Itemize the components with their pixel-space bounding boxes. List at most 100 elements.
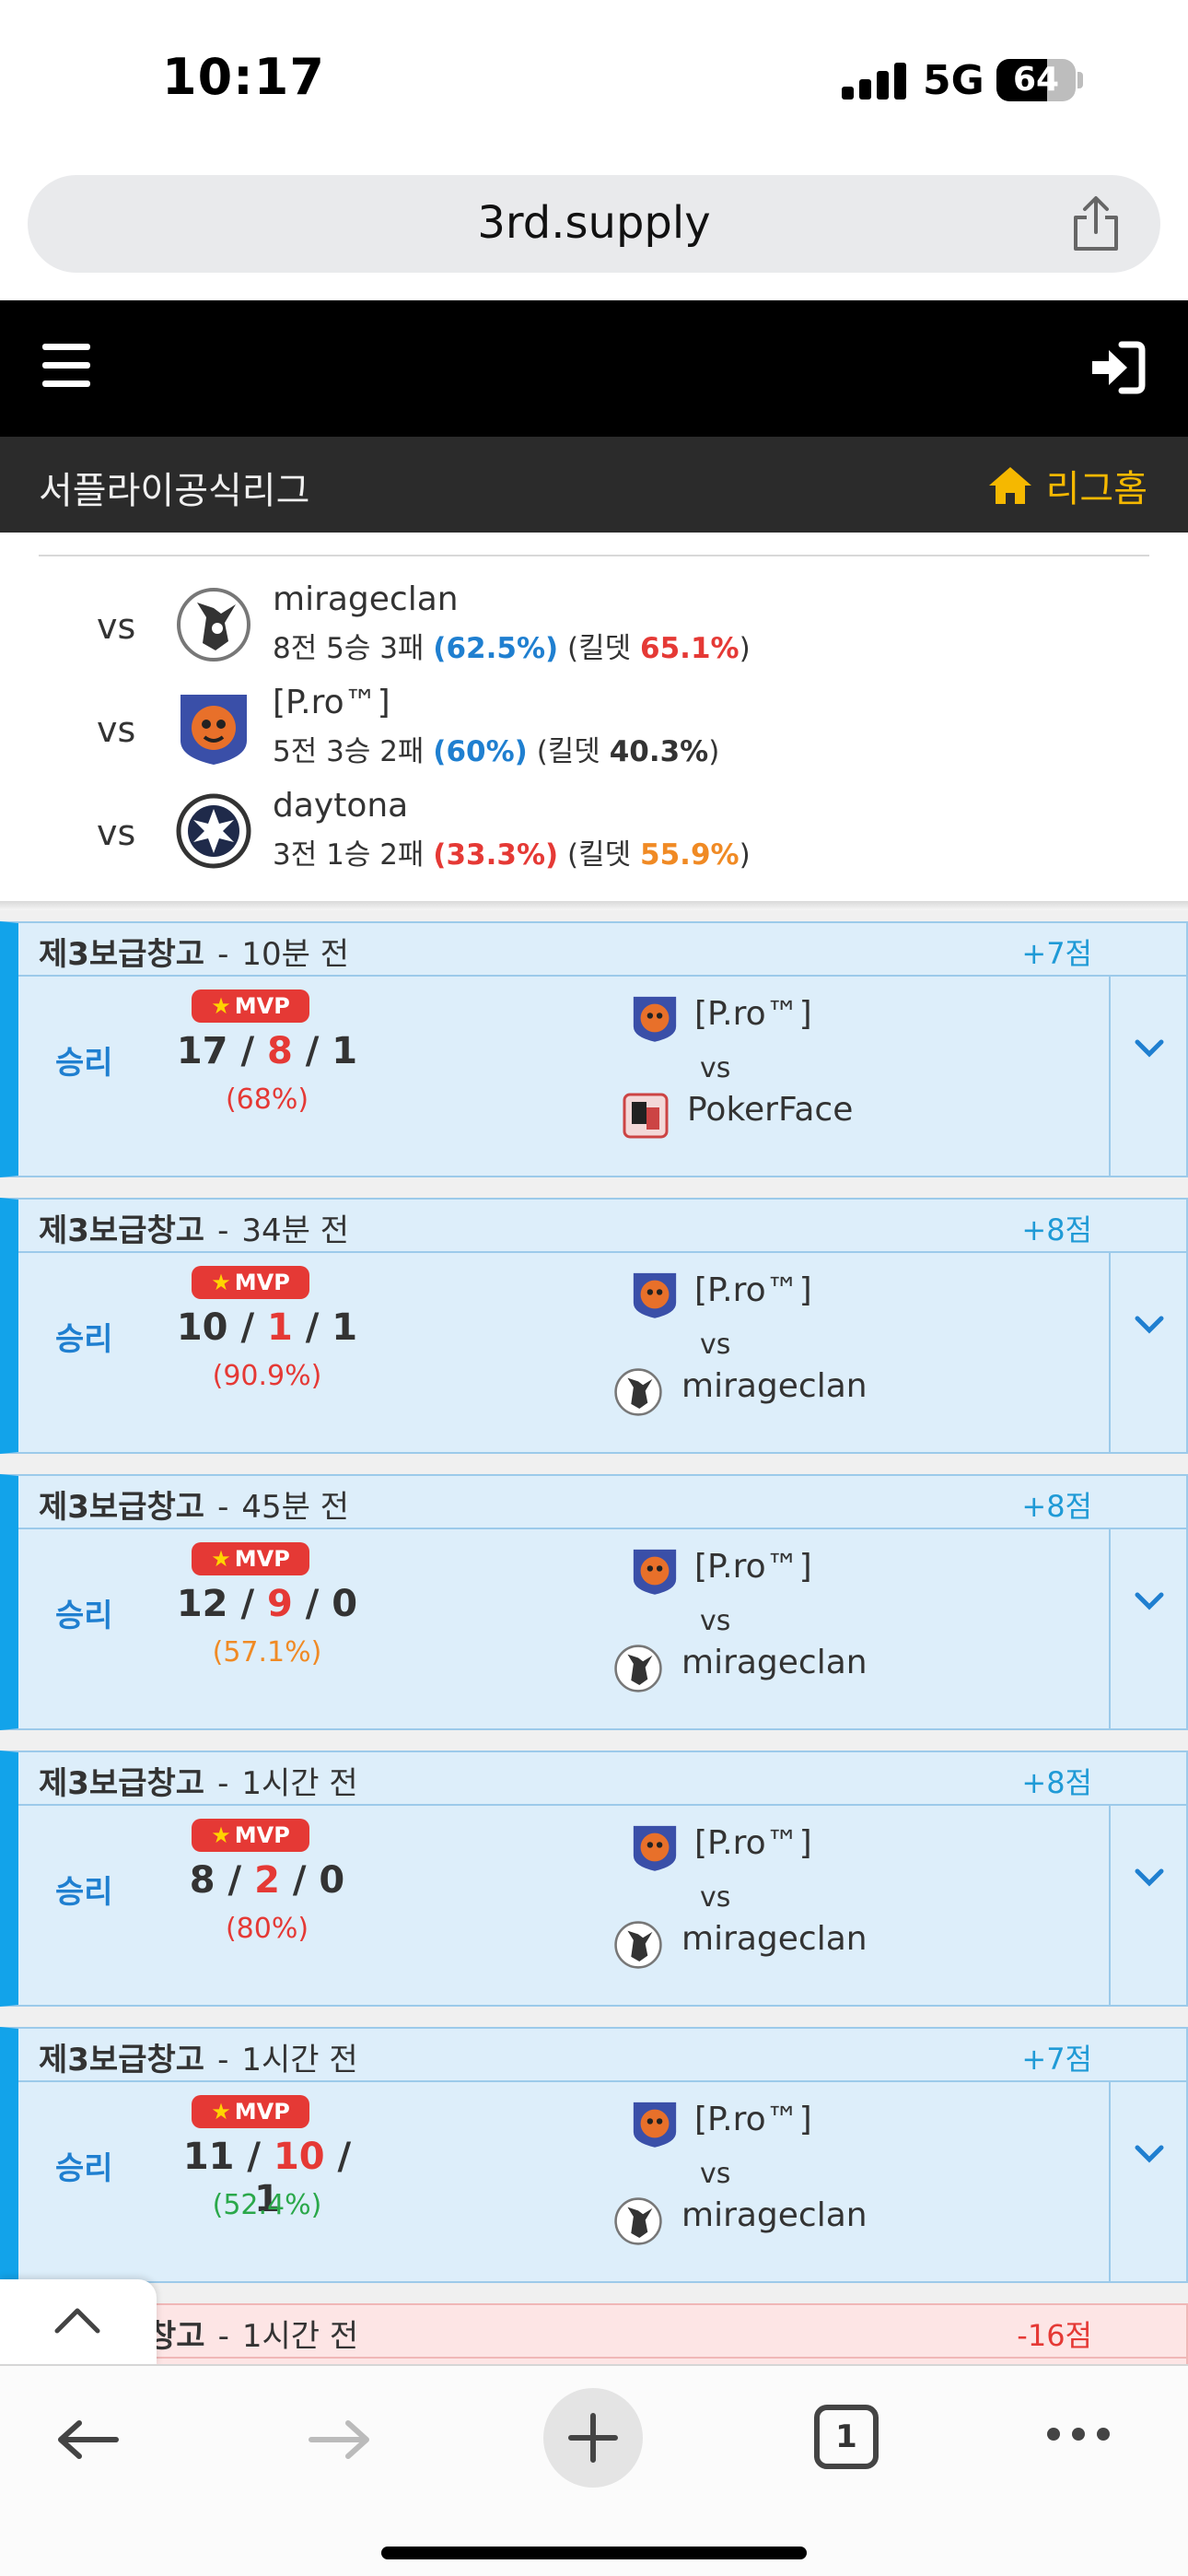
match-header: 제3보급창고 -1시간 전 +7점 — [18, 2029, 1186, 2082]
points-change: +7점 — [1021, 936, 1092, 971]
vs-label: vs — [97, 709, 136, 750]
match-time: 1시간 전 — [241, 2042, 358, 2078]
forward-arrow-icon[interactable] — [308, 2419, 372, 2460]
back-arrow-icon[interactable] — [55, 2419, 120, 2460]
match-result: 승리 — [55, 1598, 113, 1634]
battery-tip — [1077, 72, 1083, 88]
expand-button[interactable] — [1109, 1529, 1186, 1728]
league-home-label: 리그홈 — [1045, 468, 1147, 510]
deaths: 8 — [266, 1030, 293, 1072]
team-name[interactable]: mirageclan — [681, 1644, 868, 1681]
url-text[interactable]: 3rd.supply — [28, 197, 1160, 249]
kill-ratio: (57.1%) — [212, 1636, 322, 1669]
more-icon[interactable] — [1046, 2427, 1111, 2441]
pro-logo-icon — [633, 2102, 677, 2148]
points-change: +7점 — [1021, 2042, 1092, 2077]
mvp-badge: ★ MVP — [192, 1819, 309, 1852]
star-icon: ★ — [211, 1546, 231, 1572]
win-rate: (33.3%) — [433, 838, 559, 872]
opponent-row: vs mirageclan 8전 5승 3패 (62.5%) (킬뎃 65.1%… — [0, 573, 1188, 674]
scroll-to-top-button[interactable] — [0, 2279, 157, 2366]
chevron-down-icon — [1135, 1592, 1164, 1610]
team-name[interactable]: [P.ro™] — [694, 2101, 812, 2138]
match-card[interactable]: 창고 -1시간 전 -16점 — [0, 2303, 1188, 2366]
separator: - — [217, 2318, 229, 2355]
vs-label: vs — [700, 1605, 731, 1637]
share-icon[interactable] — [1070, 195, 1122, 252]
team-name[interactable]: [P.ro™] — [694, 995, 812, 1033]
match-header: 창고 -1시간 전 -16점 — [18, 2305, 1186, 2359]
map-name: 제3보급창고 — [39, 936, 205, 973]
match-title: 창고 -1시간 전 — [147, 2311, 358, 2356]
mvp-badge: ★ MVP — [192, 989, 309, 1023]
record-text: 3전 1승 2패 — [273, 838, 434, 872]
team-name[interactable]: mirageclan — [681, 1367, 868, 1405]
vs-label: vs — [700, 1052, 731, 1084]
match-card[interactable]: 제3보급창고 -45분 전 +8점 승리 ★ MVP 12 / 9 / 0 (57.… — [0, 1474, 1188, 1730]
kd-value: 40.3% — [609, 735, 709, 768]
star-icon: ★ — [211, 2099, 231, 2125]
separator: - — [217, 2042, 229, 2078]
win-rate: (60%) — [433, 735, 528, 768]
chevron-down-icon — [1135, 1868, 1164, 1887]
new-tab-button[interactable] — [543, 2388, 643, 2488]
expand-button[interactable] — [1109, 1806, 1186, 2005]
tabs-button[interactable]: 1 — [814, 2405, 879, 2469]
team-name[interactable]: [P.ro™] — [694, 1548, 812, 1586]
kd-value: 65.1% — [640, 632, 740, 665]
match-time: 45분 전 — [241, 1489, 349, 1526]
match-card[interactable]: 제3보급창고 -1시간 전 +8점 승리 ★ MVP 8 / 2 / 0 (80%)… — [0, 1751, 1188, 2007]
chevron-down-icon — [1135, 2145, 1164, 2163]
mvp-label: MVP — [234, 993, 290, 1019]
mvp-badge: ★ MVP — [192, 1542, 309, 1575]
expand-button[interactable] — [1109, 977, 1186, 1176]
map-name: 제3보급창고 — [39, 1765, 205, 1802]
team-name[interactable]: mirageclan — [681, 1920, 868, 1958]
expand-button[interactable] — [1109, 1253, 1186, 1452]
match-card[interactable]: 제3보급창고 -34분 전 +8점 승리 ★ MVP 10 / 1 / 1 (90.… — [0, 1198, 1188, 1454]
chevron-down-icon — [1135, 1316, 1164, 1334]
deaths: 9 — [266, 1583, 293, 1625]
team-name[interactable]: [P.ro™] — [694, 1824, 812, 1862]
match-result: 승리 — [55, 1874, 113, 1911]
star-icon: ★ — [211, 993, 231, 1019]
match-title: 제3보급창고 -10분 전 — [39, 929, 349, 974]
mvp-label: MVP — [234, 2099, 290, 2125]
kda-score: 12 / 9 / 0 — [176, 1583, 358, 1625]
address-bar[interactable]: 3rd.supply — [28, 175, 1160, 273]
kd-label: (킬뎃 — [558, 632, 641, 665]
expand-button[interactable] — [1109, 2082, 1186, 2281]
mvp-label: MVP — [234, 1822, 290, 1848]
separator: - — [217, 1489, 229, 1526]
vs-label: vs — [700, 1329, 731, 1361]
vs-label: vs — [700, 1881, 731, 1914]
points-change: -16점 — [1017, 2318, 1092, 2353]
opponent-name: mirageclan — [273, 580, 459, 618]
points-change: +8점 — [1021, 1489, 1092, 1524]
match-card[interactable]: 제3보급창고 -10분 전 +7점 승리 ★ MVP 17 / 8 / 1 (68%… — [0, 921, 1188, 1177]
assists: 1 — [332, 1306, 358, 1349]
kda-score: 8 / 2 / 0 — [189, 1859, 345, 1902]
mvp-label: MVP — [234, 1546, 290, 1572]
match-result: 승리 — [55, 1045, 113, 1082]
match-card[interactable]: 제3보급창고 -1시간 전 +7점 승리 ★ MVP 11 / 10 / 1 (52… — [0, 2027, 1188, 2283]
team-name[interactable]: [P.ro™] — [694, 1271, 812, 1309]
kill-ratio: (90.9%) — [212, 1360, 322, 1392]
login-icon[interactable] — [1089, 341, 1146, 394]
kd-close: ) — [739, 632, 751, 665]
separator: - — [217, 1212, 229, 1249]
team-name[interactable]: PokerFace — [687, 1091, 853, 1129]
team-name[interactable]: mirageclan — [681, 2196, 868, 2234]
divider — [39, 555, 1149, 556]
opponent-record: 8전 5승 3패 (62.5%) (킬뎃 65.1%) — [273, 625, 751, 666]
status-bar: 10:17 5G 64 — [0, 0, 1188, 166]
menu-icon[interactable] — [42, 344, 90, 388]
deaths: 2 — [254, 1859, 280, 1902]
pro-logo-icon — [633, 1825, 677, 1871]
league-home-link[interactable]: 리그홈 — [987, 459, 1147, 512]
battery-icon: 64 — [996, 59, 1076, 101]
kd-close: ) — [739, 838, 751, 872]
mvp-label: MVP — [234, 1270, 290, 1295]
pro-logo-icon — [633, 1549, 677, 1595]
battery-level: 64 — [1012, 61, 1060, 99]
